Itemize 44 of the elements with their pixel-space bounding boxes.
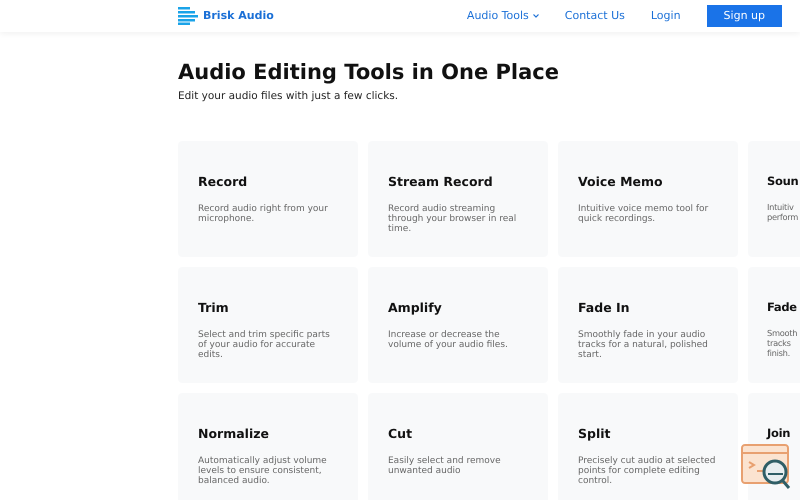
tool-title: Fade (767, 298, 798, 316)
tool-description: Smoothly fade in your audio tracks for a natural, polished start. (578, 330, 709, 360)
page-subtitle: Edit your audio files with just a few clicks. (178, 89, 400, 104)
caret-icon (532, 14, 539, 18)
signup-button[interactable]: Sign up (706, 4, 782, 28)
tool-card[interactable]: Cut Easily select and remove unwanted audio (368, 392, 548, 500)
tool-description: Record audio streaming through your browser in real time. (388, 204, 518, 234)
tool-card[interactable]: Fade Smooth tracks finish. (748, 266, 800, 383)
tool-description: Record audio right from your microphone. (198, 204, 329, 224)
nav-link[interactable]: Login (650, 8, 681, 24)
tool-description: Precisely cut audio at selected points for complete editing control. (578, 456, 716, 486)
tool-title: Soun (767, 172, 800, 190)
tool-title: Normalize (198, 424, 270, 443)
tool-description: Select and trim specific parts of your audio for accurate edits. (198, 330, 331, 360)
tool-card[interactable]: Fade In Smoothly fade in your audio tracks for a natural, polished start. (558, 266, 738, 383)
tool-title: Split (578, 424, 612, 443)
tool-card[interactable]: Split Precisely cut audio at selected points for complete editing control. (558, 392, 738, 500)
tool-description: Intuitive voice memo tool for quick recordings. (578, 204, 710, 224)
tool-card[interactable]: Voice Memo Intuitive voice memo tool for quick recordings. (558, 140, 738, 257)
logo-icon (178, 7, 199, 25)
nav-dropdown[interactable]: Audio Tools (466, 8, 539, 24)
tool-card[interactable]: Normalize Automatically adjust volume levels to ensure consistent, balanced audio. (178, 392, 358, 500)
tool-card[interactable]: Stream Record Record audio streaming through your browser in real time. (368, 140, 548, 257)
tool-description: Increase or decrease the volume of your audio files. (388, 330, 509, 350)
tool-title: Voice Memo (578, 172, 664, 191)
nav-link[interactable]: Contact Us (564, 8, 625, 24)
tool-card[interactable]: Amplify Increase or decrease the volume of your audio files. (368, 266, 548, 383)
tool-card[interactable]: Trim Select and trim specific parts of your audio for accurate edits. (178, 266, 358, 383)
brand-name[interactable]: Brisk Audio (203, 8, 274, 24)
tool-title: Cut (388, 424, 414, 443)
tool-card[interactable]: Record Record audio right from your microphone. (178, 140, 358, 257)
tool-description: Automatically adjust volume levels to ensure consistent, balanced audio. (198, 456, 328, 486)
tool-title: Fade In (578, 298, 631, 317)
tool-title: Stream Record (388, 172, 494, 191)
tool-title: Join (767, 424, 792, 442)
tool-card[interactable]: Soun Intuitiv perform (748, 140, 800, 257)
tool-title: Trim (198, 298, 230, 317)
tool-title: Record (198, 172, 248, 191)
tool-title: Amplify (388, 298, 443, 317)
page-heading: Audio Editing Tools in One Place (178, 60, 560, 86)
tool-description: Intuitiv perform (767, 202, 800, 222)
tool-description: Easily select and remove unwanted audio (388, 456, 502, 476)
tool-description: Smooth tracks finish. (767, 328, 798, 358)
help-widget-tooltip[interactable] (741, 444, 791, 490)
